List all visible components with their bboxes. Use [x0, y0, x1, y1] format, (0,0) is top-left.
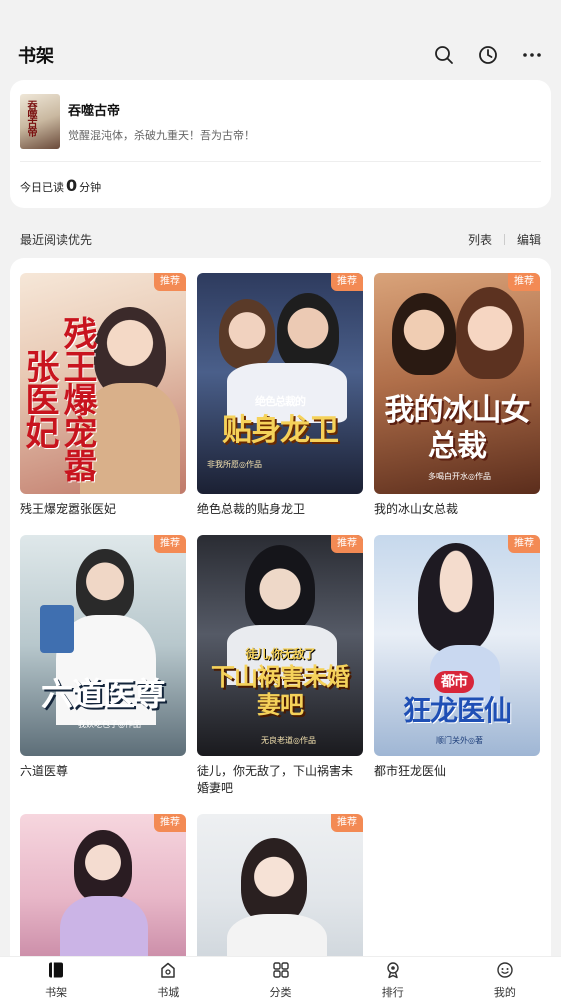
- current-book-info: 吞噬古帝 觉醒混沌体，杀破九重天！吾为古帝！: [68, 100, 255, 143]
- book-cover-subtitle: 都市: [434, 671, 474, 693]
- book-cover-title: 六道医尊: [40, 675, 166, 713]
- today-suffix: 分钟: [79, 181, 102, 194]
- bottom-nav: 书架 书城 分类 排行 我的: [0, 956, 561, 1002]
- current-book-desc: 觉醒混沌体，杀破九重天！吾为古帝！: [68, 128, 255, 142]
- more-icon[interactable]: [521, 44, 543, 66]
- page-title: 书架: [18, 46, 54, 67]
- book-item[interactable]: 绝色总裁的 贴身龙卫 非我所愿◎作品 推荐 绝色总裁的贴身龙卫: [197, 273, 363, 518]
- book-cover[interactable]: 推荐: [20, 814, 186, 964]
- book-title: 六道医尊: [20, 764, 69, 778]
- book-item[interactable]: 徒儿,你无敌了 下山祸害未婚妻吧 无良老道◎作品 推荐 徒儿，你无敌了，下山祸害…: [197, 535, 363, 797]
- book-cover[interactable]: 六道医尊 我妖吃包子◎作品 推荐: [20, 535, 186, 756]
- ranking-icon: [383, 960, 403, 980]
- bookshelf-page: 书架 吞噬古帝 吞噬古帝 觉醒混沌体，杀破九重天！吾为古帝！ 今日已读 0 分钟…: [0, 0, 561, 1002]
- recommend-badge: 推荐: [331, 273, 363, 291]
- book-cover-title: 下山祸害未婚妻吧: [211, 663, 350, 719]
- book-title: 绝色总裁的贴身龙卫: [197, 502, 306, 516]
- today-reading-time: 今日已读 0 分钟: [10, 162, 551, 195]
- current-book-cover-title: 吞噬古帝: [25, 99, 36, 136]
- header-actions: [433, 44, 543, 66]
- book-item[interactable]: 推荐: [197, 814, 363, 964]
- divider: [503, 233, 505, 245]
- book-item[interactable]: 六道医尊 我妖吃包子◎作品 推荐 六道医尊: [20, 535, 186, 780]
- book-cover-author: 我妖吃包子◎作品: [78, 720, 141, 729]
- today-minutes: 0: [66, 176, 78, 195]
- book-item[interactable]: 都市 狂龙医仙 顺门关外◎著 推荐 都市狂龙医仙: [374, 535, 540, 780]
- book-cover-subtitle: 绝色总裁的: [255, 395, 306, 408]
- book-cover[interactable]: 残王爆宠嚣张医妃 推荐: [20, 273, 186, 494]
- recommend-badge: 推荐: [154, 535, 186, 553]
- book-cover-author: 多喝白开水◎作品: [428, 472, 491, 481]
- bookshelf-grid: 残王爆宠嚣张医妃 推荐 残王爆宠嚣张医妃 绝色总裁的 贴身龙卫 非我所愿◎作品 …: [10, 258, 551, 1002]
- book-cover-author: 无良老道◎作品: [261, 736, 316, 745]
- profile-icon: [495, 960, 515, 980]
- book-cover-author: 非我所愿◎作品: [207, 460, 262, 469]
- book-item[interactable]: 推荐: [20, 814, 186, 964]
- section-actions: 列表 编辑: [468, 231, 541, 248]
- book-cover-subtitle: 徒儿,你无敌了: [245, 647, 316, 661]
- nav-label: 我的: [493, 985, 516, 999]
- current-book-title: 吞噬古帝: [68, 103, 121, 119]
- bookstore-icon: [158, 960, 178, 980]
- book-title: 都市狂龙医仙: [374, 764, 447, 778]
- bookshelf-icon: [46, 960, 66, 980]
- book-cover[interactable]: 徒儿,你无敌了 下山祸害未婚妻吧 无良老道◎作品 推荐: [197, 535, 363, 756]
- book-cover[interactable]: 都市 狂龙医仙 顺门关外◎著 推荐: [374, 535, 540, 756]
- recommend-badge: 推荐: [331, 814, 363, 832]
- edit-button[interactable]: 编辑: [517, 231, 541, 248]
- book-item[interactable]: 我的冰山女总裁 多喝白开水◎作品 推荐 我的冰山女总裁: [374, 273, 540, 518]
- book-title: 徒儿，你无敌了，下山祸害未婚妻吧: [197, 764, 354, 795]
- nav-label: 分类: [269, 985, 292, 999]
- current-book[interactable]: 吞噬古帝 吞噬古帝 觉醒混沌体，杀破九重天！吾为古帝！: [10, 80, 551, 152]
- nav-item-bookshelf[interactable]: 书架: [0, 957, 112, 1002]
- book-title: 残王爆宠嚣张医妃: [20, 502, 117, 516]
- nav-item-profile[interactable]: 我的: [449, 957, 561, 1002]
- header: 书架: [0, 36, 561, 74]
- current-reading-card[interactable]: 吞噬古帝 吞噬古帝 觉醒混沌体，杀破九重天！吾为古帝！ 今日已读 0 分钟: [10, 80, 551, 208]
- nav-item-category[interactable]: 分类: [224, 957, 336, 1002]
- book-item[interactable]: 残王爆宠嚣张医妃 推荐 残王爆宠嚣张医妃: [20, 273, 186, 518]
- book-cover-author: 顺门关外◎著: [436, 736, 483, 745]
- book-title: 我的冰山女总裁: [374, 502, 459, 516]
- book-cover-title: 我的冰山女总裁: [384, 393, 531, 464]
- list-view-button[interactable]: 列表: [468, 231, 492, 248]
- category-icon: [271, 960, 291, 980]
- section-bar: 最近阅读优先 列表 编辑: [20, 228, 541, 250]
- book-cover[interactable]: 我的冰山女总裁 多喝白开水◎作品 推荐: [374, 273, 540, 494]
- nav-item-bookstore[interactable]: 书城: [112, 957, 224, 1002]
- recommend-badge: 推荐: [154, 273, 186, 291]
- recommend-badge: 推荐: [331, 535, 363, 553]
- current-book-cover: 吞噬古帝: [20, 93, 60, 149]
- sort-order-label[interactable]: 最近阅读优先: [20, 231, 92, 248]
- nav-item-ranking[interactable]: 排行: [337, 957, 449, 1002]
- book-cover[interactable]: 推荐: [197, 814, 363, 964]
- book-cover-title: 残王爆宠嚣张医妃: [20, 315, 97, 481]
- history-icon[interactable]: [477, 44, 499, 66]
- nav-label: 书架: [45, 985, 68, 999]
- search-icon[interactable]: [433, 44, 455, 66]
- book-cover[interactable]: 绝色总裁的 贴身龙卫 非我所愿◎作品 推荐: [197, 273, 363, 494]
- nav-label: 书城: [157, 985, 180, 999]
- nav-label: 排行: [381, 985, 404, 999]
- today-prefix: 今日已读: [20, 181, 64, 194]
- recommend-badge: 推荐: [508, 273, 540, 291]
- recommend-badge: 推荐: [154, 814, 186, 832]
- recommend-badge: 推荐: [508, 535, 540, 553]
- book-cover-title: 贴身龙卫: [222, 413, 339, 448]
- book-cover-title: 狂龙医仙: [402, 694, 512, 727]
